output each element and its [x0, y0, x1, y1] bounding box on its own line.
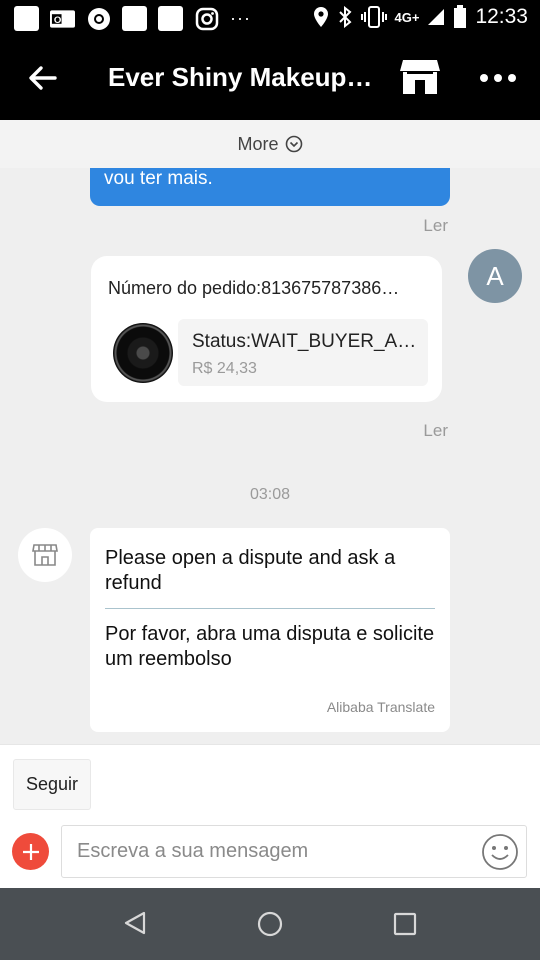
order-card[interactable]: Número do pedido:813675787386… Status:WA… — [91, 256, 442, 402]
more-label: More — [237, 133, 279, 154]
seller-avatar[interactable] — [18, 528, 72, 582]
notification-icons: O ··· — [14, 6, 251, 31]
order-number: Número do pedido:813675787386… — [108, 278, 400, 298]
location-icon — [313, 7, 328, 27]
translation-credit: Alibaba Translate — [326, 699, 435, 715]
plus-icon — [22, 843, 39, 860]
app-bar: Ever Shiny Makeup… — [0, 38, 540, 120]
message-input[interactable] — [61, 825, 527, 878]
received-message-card[interactable]: Please open a dispute and ask a refund P… — [90, 528, 450, 732]
read-receipt: Ler — [423, 216, 448, 235]
clock: 12:33 — [475, 5, 528, 28]
product-thumbnail — [113, 323, 173, 383]
order-details: Status:WAIT_BUYER_AC… R$ 24,33 — [178, 319, 428, 386]
more-notifications-icon: ··· — [230, 8, 251, 28]
back-arrow-icon[interactable] — [26, 62, 58, 94]
chat-messages[interactable]: vou ter mais. Ler A Número do pedido:813… — [0, 168, 540, 744]
instagram-icon — [194, 6, 219, 31]
nav-recent-apps-icon[interactable] — [393, 912, 417, 936]
message-composer — [0, 824, 540, 888]
shop-icon — [32, 544, 58, 566]
translation-divider — [105, 608, 435, 609]
add-attachment-button[interactable] — [12, 833, 49, 870]
avatar-letter: A — [486, 260, 504, 291]
svg-text:O: O — [54, 14, 62, 25]
message-timestamp: 03:08 — [249, 486, 291, 503]
original-message-text: Please open a dispute and ask a refund — [105, 547, 396, 594]
sent-message-text: vou ter mais. — [104, 168, 213, 189]
chat-title: Ever Shiny Makeup… — [108, 62, 373, 92]
outlook-icon: O — [50, 6, 75, 31]
nav-home-icon[interactable] — [256, 910, 284, 938]
status-bar: O ··· 4G+ 12:33 — [0, 0, 540, 38]
more-options-icon[interactable] — [478, 68, 518, 88]
bluetooth-icon — [338, 6, 351, 28]
system-navigation-bar — [0, 888, 540, 960]
load-more-bar[interactable]: More — [0, 120, 540, 168]
store-icon[interactable] — [399, 58, 441, 96]
user-avatar: A — [468, 249, 522, 303]
chrome-icon — [86, 6, 111, 31]
order-price: R$ 24,33 — [192, 360, 257, 377]
signal-icon — [428, 9, 445, 25]
battery-icon — [454, 5, 467, 28]
follow-button[interactable]: Seguir — [13, 759, 91, 810]
nav-back-icon[interactable] — [122, 910, 148, 936]
notification-square-icon-3 — [158, 6, 183, 31]
translated-message-text: Por favor, abra uma disputa e solicite u… — [105, 623, 435, 670]
emoji-icon[interactable] — [481, 833, 519, 871]
read-receipt-2: Ler — [423, 421, 448, 440]
network-type: 4G+ — [394, 9, 420, 25]
quick-actions-bar: Seguir — [0, 744, 540, 824]
sent-message-bubble[interactable]: vou ter mais. — [90, 168, 450, 206]
notification-square-icon-2 — [122, 6, 147, 31]
order-status: Status:WAIT_BUYER_AC… — [192, 331, 422, 352]
vibrate-icon — [360, 6, 387, 28]
notification-square-icon — [14, 6, 39, 31]
chevron-down-circle-icon — [285, 135, 302, 153]
